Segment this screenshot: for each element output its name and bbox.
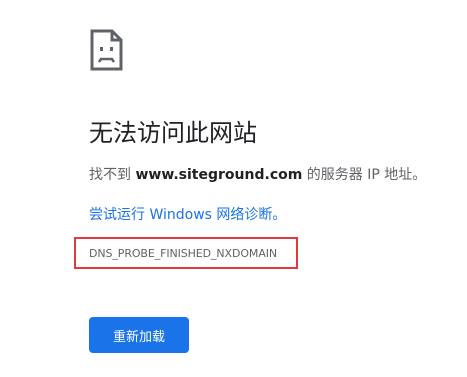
page-title: 无法访问此网站: [89, 119, 257, 147]
domain-name: www.siteground.com: [135, 167, 303, 183]
sad-page-icon: [90, 29, 123, 71]
error-message: 找不到 www.siteground.com 的服务器 IP 地址。: [89, 165, 426, 185]
reload-button[interactable]: 重新加载: [89, 317, 189, 353]
error-code: DNS_PROBE_FINISHED_NXDOMAIN: [89, 247, 278, 260]
message-prefix: 找不到: [89, 167, 136, 183]
message-suffix: 的服务器 IP 地址。: [302, 167, 427, 183]
network-diagnostics-link[interactable]: 尝试运行 Windows 网络诊断。: [89, 205, 286, 225]
